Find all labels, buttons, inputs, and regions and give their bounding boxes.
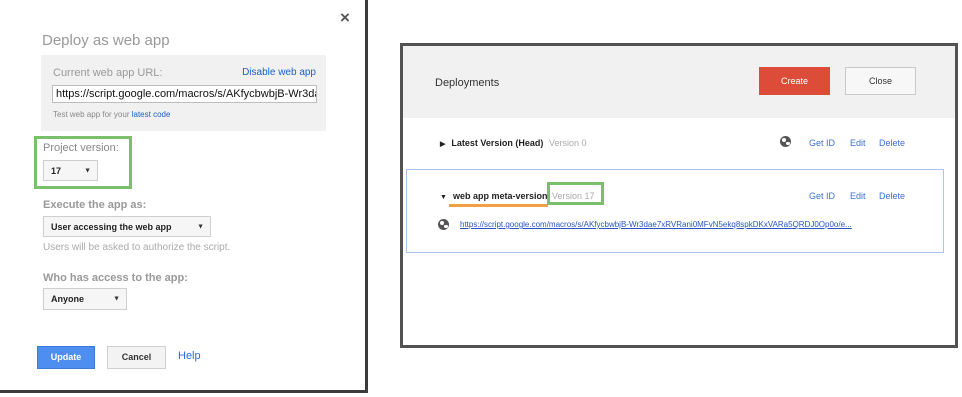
globe-icon[interactable] bbox=[780, 136, 791, 147]
expand-triangle-icon[interactable]: ▶ bbox=[440, 141, 445, 148]
access-value: Anyone bbox=[51, 294, 85, 304]
latest-code-link[interactable]: latest code bbox=[132, 110, 171, 119]
globe-icon bbox=[438, 219, 449, 230]
project-version-label: Project version: bbox=[43, 142, 119, 154]
deployment-url-link[interactable]: https://script.google.com/macros/s/AKfyc… bbox=[460, 220, 852, 229]
project-version-select[interactable]: 17 ▼ bbox=[43, 160, 98, 181]
project-version-value: 17 bbox=[51, 165, 62, 176]
deployment-row-expanded bbox=[406, 169, 944, 253]
help-link[interactable]: Help bbox=[178, 350, 201, 362]
deploy-web-app-dialog: × Deploy as web app Current web app URL:… bbox=[0, 0, 368, 393]
deployments-title: Deployments bbox=[435, 77, 500, 89]
execute-as-label: Execute the app as: bbox=[43, 199, 147, 211]
edit-link[interactable]: Edit bbox=[850, 138, 866, 148]
dropdown-caret-icon: ▼ bbox=[113, 295, 120, 303]
delete-link[interactable]: Delete bbox=[879, 191, 905, 201]
delete-link[interactable]: Delete bbox=[879, 138, 905, 148]
deployment-row-head[interactable]: ▶ Latest Version (Head) bbox=[440, 138, 543, 148]
deployment-version: Version 17 bbox=[552, 191, 595, 201]
edit-link[interactable]: Edit bbox=[850, 191, 866, 201]
current-url-label: Current web app URL: bbox=[53, 67, 163, 79]
dropdown-caret-icon: ▼ bbox=[84, 167, 91, 174]
get-id-link[interactable]: Get ID bbox=[809, 191, 835, 201]
cancel-button[interactable]: Cancel bbox=[107, 346, 166, 369]
close-icon[interactable]: × bbox=[337, 9, 353, 26]
web-app-url-field[interactable]: https://script.google.com/macros/s/AKfyc… bbox=[52, 85, 317, 103]
test-prefix: Test web app for your bbox=[53, 110, 132, 119]
deployment-name: web app meta-version bbox=[452, 191, 548, 201]
test-web-app-text: Test web app for your latest code bbox=[53, 110, 170, 119]
get-id-link[interactable]: Get ID bbox=[809, 138, 835, 148]
close-button[interactable]: Close bbox=[845, 67, 916, 95]
deployments-header: Deployments Create Close bbox=[403, 46, 955, 118]
dropdown-caret-icon: ▼ bbox=[197, 223, 204, 230]
access-label: Who has access to the app: bbox=[43, 272, 188, 284]
create-button[interactable]: Create bbox=[759, 67, 830, 95]
update-button[interactable]: Update bbox=[37, 346, 95, 369]
execute-as-value: User accessing the web app bbox=[51, 221, 172, 232]
execute-as-hint: Users will be asked to authorize the scr… bbox=[43, 242, 231, 253]
access-select[interactable]: Anyone ▼ bbox=[43, 288, 127, 310]
name-underline-highlight bbox=[449, 204, 548, 207]
deployment-version: Version 0 bbox=[549, 138, 587, 148]
current-url-panel: Current web app URL: Disable web app htt… bbox=[41, 55, 326, 131]
collapse-triangle-icon[interactable]: ▼ bbox=[440, 194, 447, 201]
deployments-dialog: Deployments Create Close ▶ Latest Version… bbox=[400, 43, 958, 348]
deployment-name: Latest Version (Head) bbox=[451, 138, 544, 148]
dialog-title: Deploy as web app bbox=[42, 32, 170, 49]
deployment-row-meta[interactable]: ▼ web app meta-version bbox=[440, 191, 547, 201]
execute-as-select[interactable]: User accessing the web app ▼ bbox=[43, 216, 211, 237]
disable-web-app-link[interactable]: Disable web app bbox=[242, 67, 316, 78]
